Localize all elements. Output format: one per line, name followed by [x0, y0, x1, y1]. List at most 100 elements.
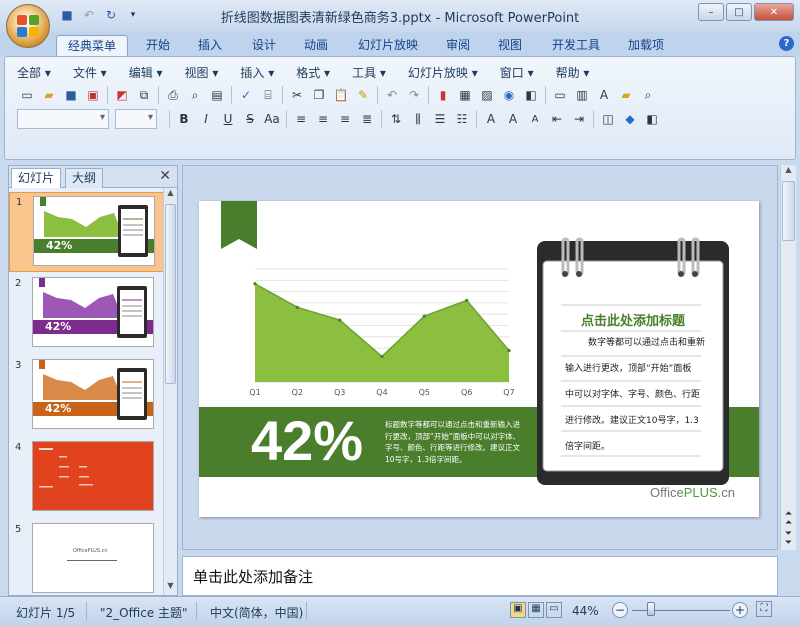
notes-pane[interactable]: 单击此处添加备注 — [182, 556, 778, 596]
paste-icon[interactable]: 📋 — [331, 85, 351, 105]
tab-slideshow[interactable]: 幻灯片放映 — [350, 35, 426, 56]
find-icon[interactable]: ⌕ — [638, 85, 658, 105]
office-button[interactable] — [6, 4, 50, 48]
close-pane-icon[interactable]: ✕ — [159, 168, 171, 184]
align-right-icon[interactable]: ≡ — [335, 109, 355, 129]
research-icon[interactable]: ⌸ — [258, 85, 278, 105]
percent-description[interactable]: 标题数字等都可以通过点击和重新输入进行更改，顶部“开始”面板中可以对字体、字号、… — [385, 419, 523, 465]
theme-name[interactable]: "2_Office 主题" — [100, 604, 188, 621]
scroll-thumb[interactable] — [782, 181, 795, 241]
numbering-icon[interactable]: ☷ — [452, 109, 472, 129]
next-slide-icon[interactable]: ⏷ ⏷ — [782, 530, 795, 548]
print-icon[interactable]: ⎙ — [163, 85, 183, 105]
decrease-indent-icon[interactable]: ⇤ — [547, 109, 567, 129]
align-center-icon[interactable]: ≡ — [313, 109, 333, 129]
color-grayscale-icon[interactable]: ◧ — [521, 85, 541, 105]
columns-icon[interactable]: ⫼ — [408, 109, 428, 129]
tab-home[interactable]: 开始 — [138, 35, 178, 56]
scroll-down-icon[interactable]: ▼ — [164, 581, 177, 595]
tab-slides[interactable]: 幻灯片 — [11, 168, 62, 188]
publish-icon[interactable]: ⧉ — [134, 85, 154, 105]
slide-layout-icon[interactable]: ▥ — [572, 85, 592, 105]
menu-edit[interactable]: 编辑 ▾ — [129, 64, 163, 81]
quick-styles-icon[interactable]: ◧ — [642, 109, 662, 129]
shapes-icon[interactable]: ◆ — [620, 109, 640, 129]
bullets-icon[interactable]: ☰ — [430, 109, 450, 129]
print-preview-icon[interactable]: ◩ — [112, 85, 132, 105]
save-icon[interactable]: ■ — [61, 85, 81, 105]
open-folder-icon[interactable]: ▰ — [616, 85, 636, 105]
shrink-font-icon[interactable]: A — [525, 109, 545, 129]
menu-tools[interactable]: 工具 ▾ — [352, 64, 386, 81]
increase-indent-icon[interactable]: ⇥ — [569, 109, 589, 129]
tab-design[interactable]: 设计 — [244, 35, 284, 56]
layout-icon[interactable]: ▤ — [207, 85, 227, 105]
close-button[interactable]: ✕ — [754, 3, 794, 21]
zoom-slider-thumb[interactable] — [646, 602, 655, 616]
menu-slideshow[interactable]: 幻灯片放映 ▾ — [408, 64, 478, 81]
zoom-in-icon[interactable]: + — [732, 602, 748, 618]
previous-slide-icon[interactable]: ⏶ ⏶ — [782, 510, 795, 528]
justify-icon[interactable]: ≣ — [357, 109, 377, 129]
language[interactable]: 中文(简体，中国) — [210, 604, 303, 621]
format-painter-icon[interactable]: ✎ — [353, 85, 373, 105]
font-size-combo[interactable] — [115, 109, 157, 129]
slide-canvas[interactable]: Q1 Q2 Q3 Q4 Q5 Q6 Q7 42% 标题数字等都可以通过点击和重新输 — [199, 201, 759, 517]
insert-table-icon[interactable]: ▦ — [455, 85, 475, 105]
scroll-up-icon[interactable]: ▲ — [781, 165, 796, 179]
menu-insert[interactable]: 插入 ▾ — [240, 64, 274, 81]
slide-thumbnail-1[interactable]: 1 42% — [9, 192, 164, 272]
help-icon[interactable]: ? — [779, 36, 794, 51]
tab-insert[interactable]: 插入 — [190, 35, 230, 56]
font-color-icon[interactable]: A — [481, 109, 501, 129]
insert-chart-icon[interactable]: ▮ — [433, 85, 453, 105]
maximize-button[interactable]: □ — [726, 3, 752, 21]
align-left-icon[interactable]: ≡ — [291, 109, 311, 129]
copy-icon[interactable]: ❐ — [309, 85, 329, 105]
thumbnails-scrollbar[interactable]: ▲ ▼ — [163, 188, 177, 595]
permission-icon[interactable]: ▣ — [83, 85, 103, 105]
font-name-combo[interactable] — [17, 109, 109, 129]
cut-icon[interactable]: ✂ — [287, 85, 307, 105]
menu-view[interactable]: 视图 ▾ — [185, 64, 219, 81]
tab-addins[interactable]: 加载项 — [620, 35, 672, 56]
slide-thumbnail-2[interactable]: 2 42% — [9, 274, 164, 354]
new-icon[interactable]: ▭ — [17, 85, 37, 105]
menu-format[interactable]: 格式 ▾ — [296, 64, 330, 81]
notebook-body[interactable]: 数字等都可以通过点击和重新 输入进行更改，顶部“开始”面板 中可以对字体、字号、… — [565, 335, 705, 465]
tab-review[interactable]: 审阅 — [438, 35, 478, 56]
zoom-out-icon[interactable]: − — [612, 602, 628, 618]
scroll-up-icon[interactable]: ▲ — [164, 188, 177, 202]
slide-thumbnail-5[interactable]: 5 OfficePLUS.cn — [9, 520, 164, 595]
tab-animation[interactable]: 动画 — [296, 35, 336, 56]
tab-view[interactable]: 视图 — [490, 35, 530, 56]
tab-classic-menu[interactable]: 经典菜单 — [56, 35, 128, 56]
minimize-button[interactable]: – — [698, 3, 724, 21]
spelling-icon[interactable]: ✓ — [236, 85, 256, 105]
zoom-preview-icon[interactable]: ⌕ — [185, 85, 205, 105]
menu-window[interactable]: 窗口 ▾ — [500, 64, 534, 81]
undo-icon[interactable]: ↶ — [382, 85, 402, 105]
hyperlink-icon[interactable]: ◉ — [499, 85, 519, 105]
slideshow-view-icon[interactable]: ▭ — [546, 602, 562, 618]
scroll-thumb[interactable] — [165, 204, 176, 384]
slide-sorter-icon[interactable]: ▦ — [528, 602, 544, 618]
new-slide-icon[interactable]: ▭ — [550, 85, 570, 105]
slide-scrollbar[interactable]: ▲ ⏶ ⏶ ⏷ ⏷ — [780, 165, 796, 550]
underline-icon[interactable]: U — [218, 109, 238, 129]
fit-to-window-icon[interactable]: ⛶ — [756, 601, 772, 617]
redo-icon[interactable]: ↷ — [404, 85, 424, 105]
bold-icon[interactable]: B — [174, 109, 194, 129]
open-icon[interactable]: ▰ — [39, 85, 59, 105]
normal-view-icon[interactable]: ▣ — [510, 602, 526, 618]
insert-picture-icon[interactable]: ▨ — [477, 85, 497, 105]
slide-thumbnail-3[interactable]: 3 42% — [9, 356, 164, 436]
grow-font-icon[interactable]: A — [503, 109, 523, 129]
notebook-title[interactable]: 点击此处添加标题 — [543, 310, 723, 329]
big-percent[interactable]: 42% — [251, 406, 363, 476]
text-direction-icon[interactable]: ⇅ — [386, 109, 406, 129]
change-case-icon[interactable]: Aa — [262, 109, 282, 129]
menu-help[interactable]: 帮助 ▾ — [556, 64, 590, 81]
tab-outline[interactable]: 大纲 — [65, 168, 104, 188]
textbox-icon[interactable]: A — [594, 85, 614, 105]
